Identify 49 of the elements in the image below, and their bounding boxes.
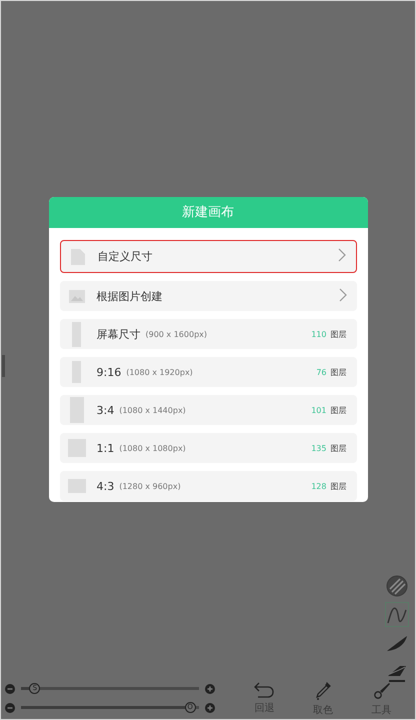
- ratio-icon: [72, 361, 81, 383]
- layer-unit: 图层: [330, 366, 346, 378]
- option-row[interactable]: 3:4 (1080 x 1440px) 101 图层: [60, 395, 356, 425]
- option-label: 9:16: [96, 366, 122, 378]
- option-label: 1:1: [96, 442, 114, 454]
- option-row[interactable]: 根据图片创建: [60, 281, 356, 311]
- size-text: (1080 x 1440px): [119, 406, 186, 414]
- option-label: 3:4: [96, 404, 114, 416]
- layer-count: 135: [311, 444, 326, 452]
- layer-count: 110: [311, 330, 326, 338]
- option-row[interactable]: 自定义尺寸: [60, 240, 356, 273]
- image-icon: [68, 290, 84, 302]
- layer-count: 101: [311, 406, 326, 414]
- hatched-circle-icon[interactable]: [386, 574, 408, 596]
- ratio-icon: [70, 397, 84, 423]
- plus-icon[interactable]: [205, 702, 215, 712]
- size-text: (1080 x 1080px): [119, 444, 186, 452]
- option-label: 自定义尺寸: [98, 249, 152, 264]
- undo-icon: [254, 682, 274, 698]
- layer-unit: 图层: [330, 442, 346, 454]
- edge-handle[interactable]: [2, 355, 5, 377]
- chevron-icon: [338, 288, 346, 302]
- option-row[interactable]: 4:3 (1280 x 960px) 128 图层: [60, 471, 356, 501]
- ratio-icon: [72, 322, 81, 346]
- eyedropper-icon: [314, 682, 331, 700]
- layer-unit: 图层: [330, 404, 346, 416]
- layer-count: 128: [311, 482, 326, 490]
- brush-stroke-icon[interactable]: [386, 634, 408, 652]
- plus-icon[interactable]: [205, 684, 215, 694]
- layer-unit: 图层: [330, 480, 346, 492]
- size-text: (1080 x 1920px): [126, 368, 193, 376]
- layer-unit: 图层: [330, 328, 346, 340]
- dialog-title: 新建画布: [48, 197, 368, 228]
- minus-icon[interactable]: [5, 702, 15, 712]
- option-label: 4:3: [96, 480, 114, 492]
- brush-icon: [372, 682, 391, 700]
- size-text: (900 x 1600px): [146, 330, 208, 338]
- option-row[interactable]: 9:16 (1080 x 1920px) 76 图层: [60, 357, 356, 387]
- option-row[interactable]: 1:1 (1080 x 1080px) 135 图层: [60, 433, 356, 463]
- layer-count: 76: [316, 368, 326, 376]
- option-row[interactable]: 屏幕尺寸 (900 x 1600px) 110 图层: [60, 319, 356, 349]
- chevron-icon: [338, 248, 346, 262]
- size-text: (1280 x 960px): [119, 482, 181, 490]
- option-label: 根据图片创建: [96, 288, 162, 304]
- ratio-icon: [68, 479, 86, 493]
- minus-icon[interactable]: [5, 684, 15, 694]
- ratio-icon: [68, 439, 86, 457]
- document-icon: [70, 248, 84, 264]
- option-label: 屏幕尺寸: [96, 326, 140, 342]
